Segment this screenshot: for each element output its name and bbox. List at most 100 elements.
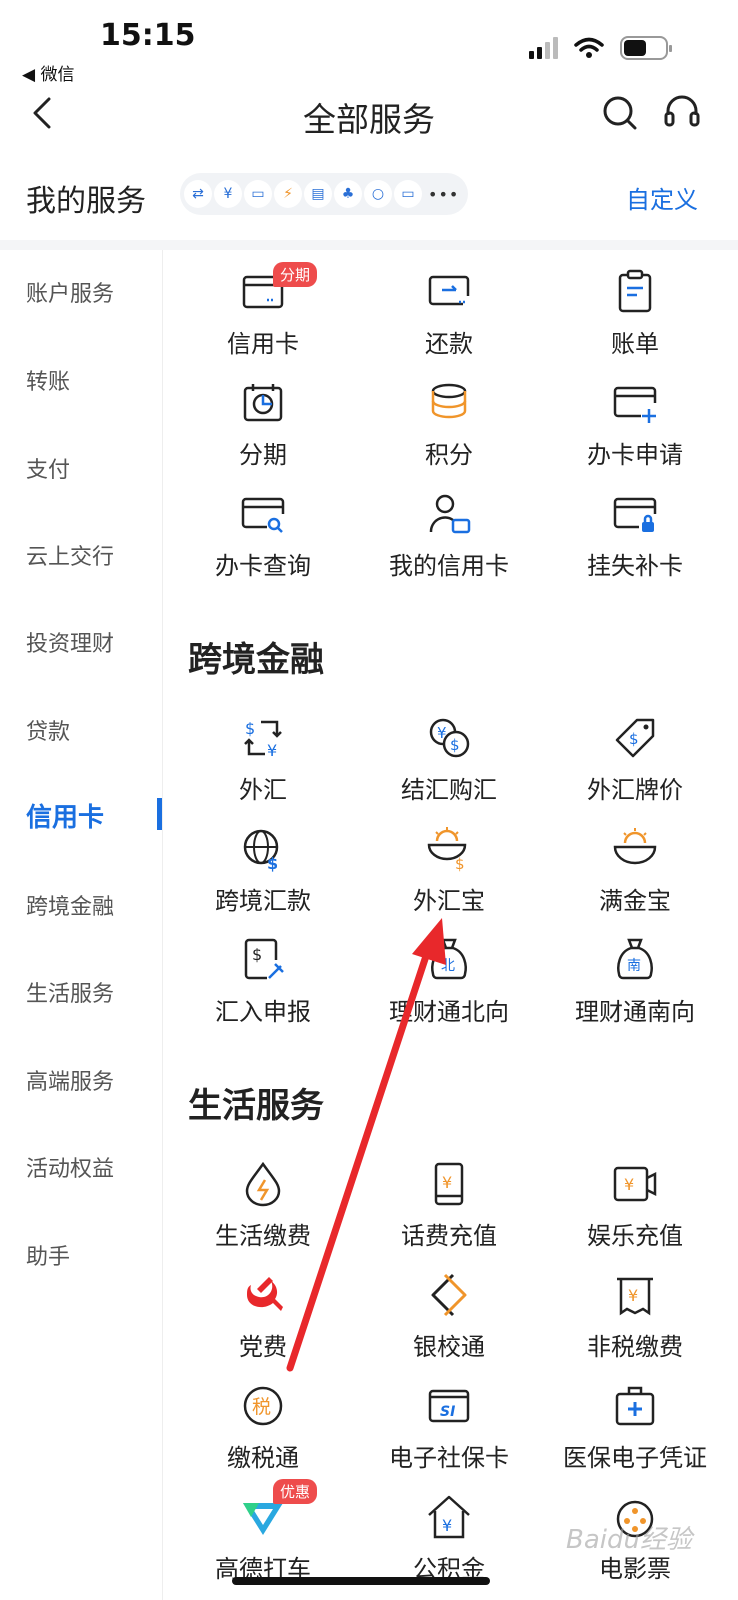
service-utility[interactable]: 生活缴费: [170, 1160, 356, 1251]
service-label: 跨境汇款: [215, 887, 311, 915]
sidebar-item-assistant[interactable]: 助手: [26, 1239, 70, 1271]
service-my-card[interactable]: 我的信用卡: [356, 490, 542, 581]
svg-text:南: 南: [627, 958, 641, 974]
sidebar-item-account[interactable]: 账户服务: [26, 276, 114, 308]
sidebar-item-promotions[interactable]: 活动权益: [26, 1151, 114, 1183]
category-sidebar: 账户服务 转账 支付 云上交行 投资理财 贷款 信用卡 跨境金融 生活服务 高端…: [0, 250, 163, 1600]
svg-text:SI: SI: [440, 1404, 455, 1420]
battery-icon: [620, 36, 672, 60]
transfer-shortcut-icon: ⇄: [184, 180, 212, 208]
service-label: 缴税通: [227, 1444, 299, 1472]
customer-service-headset-icon[interactable]: [664, 93, 700, 133]
svg-text:税: 税: [252, 1396, 271, 1418]
my-services-shortcuts[interactable]: ⇄ ¥ ▭ ⚡ ▤ ♣ ○ ▭ •••: [180, 173, 468, 215]
medical-icon: [615, 1386, 655, 1426]
service-tax[interactable]: 税 缴税通: [170, 1382, 356, 1473]
service-label: 挂失补卡: [587, 552, 683, 580]
service-label: 账单: [611, 330, 659, 358]
section-divider: [0, 240, 738, 250]
service-card-query[interactable]: 办卡查询: [170, 490, 356, 581]
service-label: 电子社保卡: [389, 1444, 509, 1472]
service-housing-fund[interactable]: ¥ 公积金: [356, 1493, 542, 1584]
cross-border-title: 跨境金融: [188, 640, 324, 680]
service-medical[interactable]: 医保电子凭证: [542, 1382, 728, 1473]
svg-text:$: $: [455, 855, 465, 873]
card-lock-icon: [613, 497, 657, 532]
service-label: 积分: [425, 441, 473, 469]
sidebar-item-cloud[interactable]: 云上交行: [26, 539, 114, 571]
status-bar: 15:15 ◀ 微信: [0, 0, 738, 90]
customize-button[interactable]: 自定义: [626, 180, 698, 215]
service-wmc-north[interactable]: 北 理财通北向: [356, 936, 542, 1027]
svg-text:¥: ¥: [624, 1175, 634, 1194]
forex-icon: $¥: [244, 719, 282, 760]
party-icon: [247, 1277, 283, 1311]
service-social-card[interactable]: SI 电子社保卡: [356, 1382, 542, 1473]
service-label: 非税缴费: [587, 1333, 683, 1361]
svg-text:¥: ¥: [442, 1173, 452, 1192]
service-inward-declare[interactable]: $ 汇入申报: [170, 936, 356, 1027]
utility-icon: [245, 1161, 281, 1207]
search-icon[interactable]: [602, 93, 638, 133]
service-label: 外汇牌价: [587, 776, 683, 804]
service-party-fee[interactable]: 党费: [170, 1271, 356, 1362]
back-to-wechat-link[interactable]: ◀ 微信: [22, 60, 74, 85]
service-label: 办卡申请: [587, 441, 683, 469]
tax-icon: 税: [243, 1386, 283, 1426]
service-forex[interactable]: $ ¥ 外汇: [170, 714, 356, 805]
service-cross-remit[interactable]: $ 跨境汇款: [170, 825, 356, 916]
service-credit-card[interactable]: 信用卡 分期: [170, 262, 356, 359]
more-icon: •••: [428, 184, 460, 204]
tree-shortcut-icon: ♣: [334, 180, 362, 208]
svg-text:¥: ¥: [628, 1286, 638, 1305]
service-bill[interactable]: 账单: [542, 268, 728, 359]
service-forex-price[interactable]: $ 外汇牌价: [542, 714, 728, 805]
nav-bar: 全部服务: [0, 85, 738, 145]
installment-icon: [243, 384, 283, 422]
sidebar-item-loan[interactable]: 贷款: [26, 714, 70, 746]
service-label: 党费: [239, 1333, 287, 1361]
service-card-apply[interactable]: 办卡申请: [542, 379, 728, 470]
sidebar-item-credit-card[interactable]: 信用卡: [26, 797, 104, 834]
service-entertainment[interactable]: ¥ 娱乐充值: [542, 1160, 728, 1251]
svg-text:$: $: [245, 719, 255, 738]
sidebar-item-investment[interactable]: 投资理财: [26, 626, 114, 658]
sidebar-item-life[interactable]: 生活服务: [26, 976, 114, 1008]
sidebar-item-cross-border[interactable]: 跨境金融: [26, 889, 114, 921]
service-label: 汇入申报: [215, 998, 311, 1026]
service-exchange[interactable]: ¥ $ 结汇购汇: [356, 714, 542, 805]
sidebar-item-premium[interactable]: 高端服务: [26, 1064, 114, 1096]
service-gold-treasure[interactable]: 满金宝: [542, 825, 728, 916]
svg-text:$: $: [450, 736, 460, 754]
life-services-title: 生活服务: [188, 1086, 324, 1126]
service-label: 外汇宝: [413, 887, 485, 915]
school-icon: [431, 1273, 467, 1317]
service-wmc-south[interactable]: 南 理财通南向: [542, 936, 728, 1027]
service-repay[interactable]: 还款: [356, 268, 542, 359]
service-installment[interactable]: 分期: [170, 379, 356, 470]
service-non-tax[interactable]: ¥ 非税缴费: [542, 1271, 728, 1362]
service-forex-treasure[interactable]: $ 外汇宝: [356, 825, 542, 916]
points-icon: [431, 383, 467, 419]
service-phone-topup[interactable]: ¥ 话费充值: [356, 1160, 542, 1251]
installment-badge: 分期: [273, 262, 318, 287]
svg-text:¥: ¥: [267, 741, 277, 760]
svg-text:$: $: [629, 730, 639, 748]
home-indicator[interactable]: [232, 1577, 490, 1585]
sidebar-item-transfer[interactable]: 转账: [26, 364, 70, 396]
service-taxi[interactable]: 高德打车 优惠: [170, 1479, 356, 1584]
balloon-shortcut-icon: ○: [364, 180, 392, 208]
wifi-icon: [574, 37, 604, 58]
service-label: 理财通北向: [389, 998, 509, 1026]
my-card-icon: [429, 494, 471, 534]
service-label: 我的信用卡: [389, 552, 509, 580]
my-services-bar: 我的服务 ⇄ ¥ ▭ ⚡ ▤ ♣ ○ ▭ ••• 自定义: [0, 160, 738, 240]
service-school[interactable]: 银校通: [356, 1271, 542, 1362]
service-card-lock[interactable]: 挂失补卡: [542, 490, 728, 581]
sidebar-item-payment[interactable]: 支付: [26, 452, 70, 484]
non-tax-icon: ¥: [617, 1277, 653, 1316]
service-label: 结汇购汇: [401, 776, 497, 804]
gold-bowl-icon: [613, 828, 657, 865]
service-points[interactable]: 积分: [356, 379, 542, 470]
service-label: 办卡查询: [215, 552, 311, 580]
